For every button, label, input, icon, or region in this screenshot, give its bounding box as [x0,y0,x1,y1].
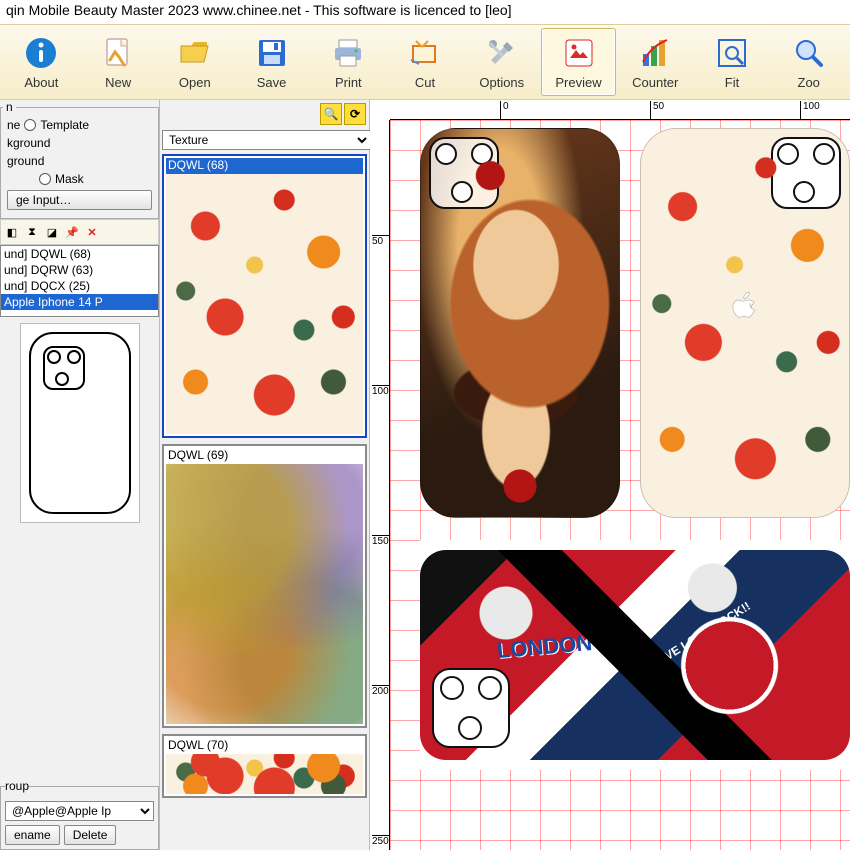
camera-cutout [429,137,499,209]
main-toolbar: About New Open Save Print Cut Options Pr… [0,24,850,100]
info-icon [23,35,59,71]
london-text: LONDON [496,630,593,664]
mask-radio[interactable] [39,173,51,185]
left-panel: n ne Template kground ground Mask ge Inp… [0,100,160,850]
template-preview [20,323,140,523]
skin-portrait[interactable] [420,128,620,518]
rock-text: VE LOVE ROCK!! [647,588,768,674]
fit-icon [714,35,750,71]
texture-item[interactable]: DQWL (70) [162,734,367,798]
list-item-selected[interactable]: Apple Iphone 14 P [1,294,158,310]
pin-icon[interactable]: 📌 [63,223,81,241]
texture-panel: 🔍 ⟳ Texture DQWL (68) DQWL (69) DQWL (70… [160,100,370,850]
texture-refresh-button[interactable]: ⟳ [344,103,366,125]
new-button[interactable]: New [81,28,156,96]
texture-label: DQWL (69) [166,448,363,464]
counter-icon [637,35,673,71]
option-label-1a: ne [7,118,20,132]
mirror-icon[interactable]: ◪ [43,223,61,241]
apple-logo-icon [730,290,760,324]
list-item[interactable]: und] DQWL (68) [1,246,158,262]
save-label: Save [257,75,287,90]
list-item[interactable]: und] DQRW (63) [1,262,158,278]
ruler-vertical: 50 100 150 200 250 [370,120,390,850]
foreground-label: ground [7,154,44,168]
delete-icon[interactable]: ✕ [83,223,101,241]
options-label: Options [479,75,524,90]
printer-icon [330,35,366,71]
canvas-area: 0 50 100 50 100 150 200 250 LONDON [370,100,850,850]
cut-icon [407,35,443,71]
list-item[interactable]: und] DQCX (25) [1,278,158,294]
design-canvas[interactable]: LONDON VE LOVE ROCK!! [390,120,850,850]
new-label: New [105,75,131,90]
texture-thumb [166,464,363,724]
group-title: roup [5,779,29,793]
option-group-title: n [3,100,16,114]
options-icon [484,35,520,71]
open-button[interactable]: Open [157,28,232,96]
cut-button[interactable]: Cut [388,28,463,96]
about-button[interactable]: About [4,28,79,96]
options-button[interactable]: Options [464,28,539,96]
camera-cutout [432,668,510,748]
texture-label: DQWL (70) [166,738,363,754]
preview-icon [561,35,597,71]
window-title: qin Mobile Beauty Master 2023 www.chinee… [0,0,850,24]
rename-button[interactable]: ename [5,825,60,845]
layer-toolbar: ◧ ⧗ ◪ 📌 ✕ [0,219,159,245]
texture-item[interactable]: DQWL (69) [162,444,367,728]
print-button[interactable]: Print [311,28,386,96]
save-icon [254,35,290,71]
counter-label: Counter [632,75,678,90]
group-select[interactable]: @Apple@Apple Ip [5,801,154,821]
delete-button[interactable]: Delete [64,825,117,845]
cut-label: Cut [415,75,435,90]
new-file-icon [100,35,136,71]
skin-wrap[interactable]: LONDON VE LOVE ROCK!! [420,540,850,770]
texture-thumb [166,174,363,434]
mask-label: Mask [55,172,84,186]
zoom-button[interactable]: Zoo [771,28,846,96]
zoom-label: Zoo [798,75,820,90]
texture-category-select[interactable]: Texture [162,130,371,150]
about-label: About [24,75,58,90]
save-button[interactable]: Save [234,28,309,96]
zoom-icon [791,35,827,71]
preview-button[interactable]: Preview [541,28,616,96]
template-radio[interactable] [24,119,36,131]
fit-button[interactable]: Fit [695,28,770,96]
texture-item[interactable]: DQWL (68) [162,154,367,438]
layer-list[interactable]: und] DQWL (68) und] DQRW (63) und] DQCX … [0,245,159,317]
camera-cutout [771,137,841,209]
flip-h-icon[interactable]: ◧ [3,223,21,241]
texture-search-button[interactable]: 🔍 [320,103,342,125]
image-input-button[interactable]: ge Input… [7,190,152,210]
print-label: Print [335,75,362,90]
open-folder-icon [177,35,213,71]
ruler-horizontal: 0 50 100 [390,100,850,120]
skin-floral-back[interactable] [640,128,850,518]
preview-label: Preview [555,75,601,90]
template-label: Template [40,118,89,132]
texture-label: DQWL (68) [166,158,363,174]
flip-v-icon[interactable]: ⧗ [23,223,41,241]
counter-button[interactable]: Counter [618,28,693,96]
fit-label: Fit [725,75,739,90]
background-label: kground [7,136,50,150]
open-label: Open [179,75,211,90]
texture-thumb [166,754,363,794]
